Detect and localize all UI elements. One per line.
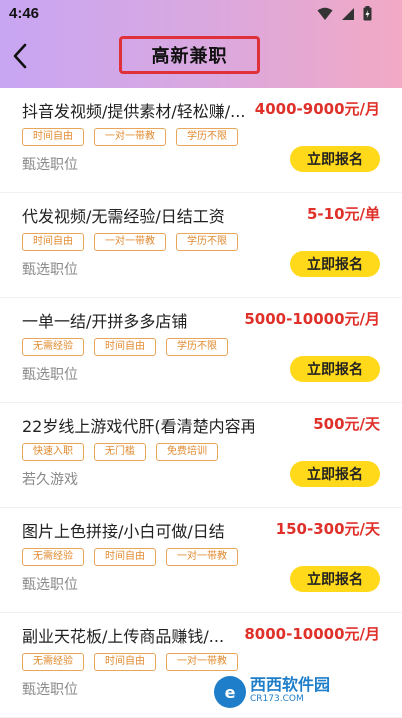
job-tags: 时间自由 一对一带教 学历不限 — [22, 128, 238, 146]
watermark-sub: CR173.COM — [250, 694, 304, 704]
job-salary: 5-10元/单 — [306, 205, 380, 223]
watermark-logo-icon: e — [214, 676, 246, 708]
job-salary: 150-300元/天 — [275, 520, 380, 538]
job-tags: 快速入职 无门槛 免费培训 — [22, 443, 218, 461]
job-tag: 时间自由 — [22, 233, 84, 251]
job-tags: 无需经验 时间自由 学历不限 — [22, 338, 228, 356]
battery-icon — [363, 6, 372, 21]
page-title-frame: 高新兼职 — [119, 36, 260, 74]
job-company: 甄选职位 — [22, 577, 78, 593]
job-company: 甄选职位 — [22, 682, 78, 698]
job-company: 甄选职位 — [22, 157, 78, 173]
job-item[interactable]: 抖音发视频/提供素材/轻松赚/... 4000-9000元/月 时间自由 一对一… — [0, 88, 402, 193]
job-tags: 无需经验 时间自由 一对一带教 — [22, 653, 238, 671]
job-tag: 一对一带教 — [166, 548, 238, 566]
job-tags: 无需经验 时间自由 一对一带教 — [22, 548, 238, 566]
job-tags: 时间自由 一对一带教 学历不限 — [22, 233, 238, 251]
job-title: 副业天花板/上传商品赚钱/... — [22, 627, 225, 646]
apply-button[interactable]: 立即报名 — [290, 356, 380, 382]
job-tag: 快速入职 — [22, 443, 84, 461]
job-title: 抖音发视频/提供素材/轻松赚/... — [22, 102, 246, 121]
back-button[interactable] — [6, 38, 34, 74]
apply-button[interactable]: 立即报名 — [290, 461, 380, 487]
chevron-left-icon — [13, 43, 27, 69]
job-company: 若久游戏 — [22, 472, 78, 488]
job-company: 甄选职位 — [22, 367, 78, 383]
job-tag: 时间自由 — [94, 548, 156, 566]
apply-button[interactable]: 立即报名 — [290, 566, 380, 592]
navigation-bar: 高新兼职 — [0, 28, 402, 88]
job-company: 甄选职位 — [22, 262, 78, 278]
job-tag: 学历不限 — [166, 338, 228, 356]
job-title: 22岁线上游戏代肝(看清楚内容再报名) — [22, 417, 254, 436]
job-title: 一单一结/开拼多多店铺 — [22, 312, 188, 331]
watermark: e 西西软件园 CR173.COM — [214, 675, 394, 709]
job-item[interactable]: 22岁线上游戏代肝(看清楚内容再报名) 500元/天 快速入职 无门槛 免费培训… — [0, 403, 402, 508]
header-background: 4:46 高新兼职 — [0, 0, 402, 88]
watermark-main: 西西软件园 — [250, 675, 331, 694]
job-tag: 时间自由 — [22, 128, 84, 146]
status-bar: 4:46 — [0, 0, 402, 28]
apply-button[interactable]: 立即报名 — [290, 146, 380, 172]
job-tag: 无需经验 — [22, 338, 84, 356]
watermark-text: 西西软件园 CR173.COM — [250, 677, 330, 707]
job-tag: 时间自由 — [94, 338, 156, 356]
status-time: 4:46 — [9, 5, 40, 22]
job-item[interactable]: 图片上色拼接/小白可做/日结 150-300元/天 无需经验 时间自由 一对一带… — [0, 508, 402, 613]
job-tag: 一对一带教 — [94, 233, 166, 251]
job-list: 抖音发视频/提供素材/轻松赚/... 4000-9000元/月 时间自由 一对一… — [0, 88, 402, 718]
job-tag: 学历不限 — [176, 128, 238, 146]
job-tag: 无需经验 — [22, 653, 84, 671]
job-tag: 一对一带教 — [166, 653, 238, 671]
job-salary: 8000-10000元/月 — [244, 625, 380, 643]
job-tag: 无需经验 — [22, 548, 84, 566]
job-salary: 500元/天 — [313, 415, 380, 433]
job-title: 图片上色拼接/小白可做/日结 — [22, 522, 225, 541]
job-item[interactable]: 一单一结/开拼多多店铺 5000-10000元/月 无需经验 时间自由 学历不限… — [0, 298, 402, 403]
job-tag: 无门槛 — [94, 443, 146, 461]
page-title: 高新兼职 — [151, 46, 228, 67]
job-salary: 4000-9000元/月 — [254, 100, 380, 118]
wifi-icon — [317, 7, 333, 20]
signal-icon — [342, 7, 354, 20]
job-tag: 学历不限 — [176, 233, 238, 251]
job-title: 代发视频/无需经验/日结工资 — [22, 207, 225, 226]
job-item[interactable]: 代发视频/无需经验/日结工资 5-10元/单 时间自由 一对一带教 学历不限 甄… — [0, 193, 402, 298]
job-tag: 免费培训 — [156, 443, 218, 461]
job-salary: 5000-10000元/月 — [244, 310, 380, 328]
job-tag: 时间自由 — [94, 653, 156, 671]
apply-button[interactable]: 立即报名 — [290, 251, 380, 277]
status-icons — [317, 6, 372, 21]
job-tag: 一对一带教 — [94, 128, 166, 146]
